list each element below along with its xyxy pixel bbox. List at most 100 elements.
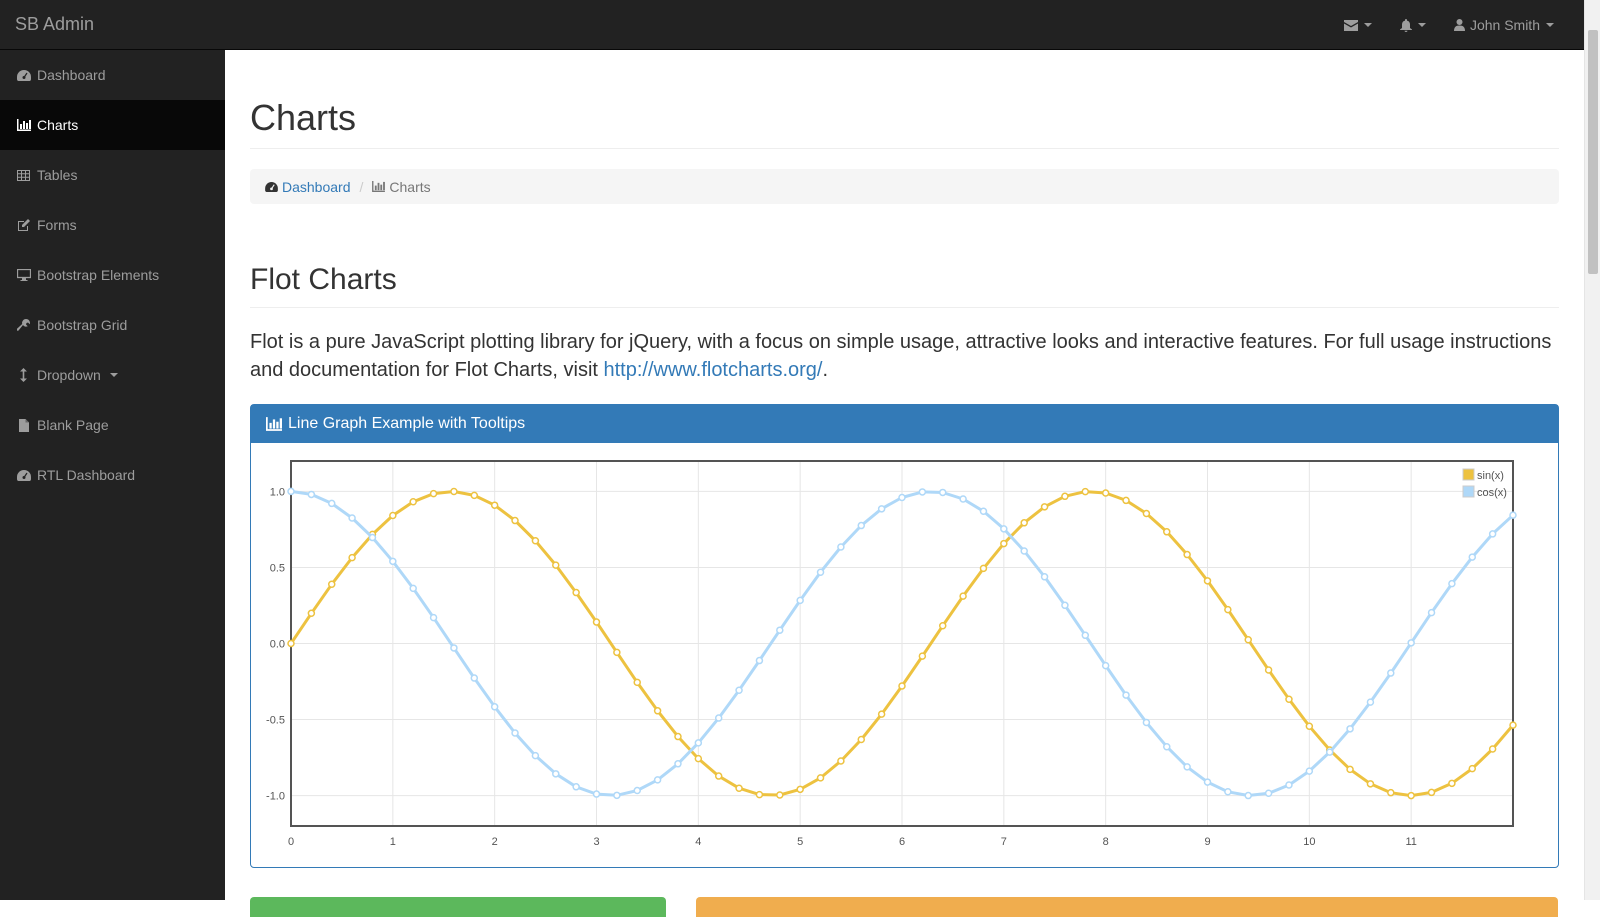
sidebar-item-tables[interactable]: Tables (0, 150, 225, 200)
bar-chart-icon (266, 417, 282, 431)
data-point-cos (633, 786, 641, 795)
bar-chart-icon (16, 118, 31, 132)
data-point-cos (1040, 573, 1049, 581)
x-tick-label: 8 (1103, 836, 1109, 848)
line-chart[interactable]: 0 1 2 3 4 5 6 7 8 9 10 11 1.0 0.5 0.0 -0.5 -1.0 sin(x) cos… (251, 443, 1558, 867)
desktop-icon (16, 268, 31, 282)
data-point-cos (837, 543, 845, 551)
sidebar-item-dropdown[interactable]: Dropdown (0, 350, 225, 400)
envelope-icon (1343, 19, 1358, 31)
data-point-cos (450, 644, 458, 652)
data-point-sin (1122, 496, 1130, 505)
x-tick-label: 10 (1303, 836, 1315, 848)
data-point-cos (572, 783, 580, 791)
data-point-sin (898, 682, 906, 690)
y-tick-label: 1.0 (270, 486, 285, 498)
data-point-cos (735, 686, 743, 694)
data-point-sin (552, 561, 560, 569)
scrollbar[interactable] (1584, 0, 1600, 900)
alerts-dropdown[interactable] (1386, 0, 1440, 50)
sidebar-item-label: Tables (37, 167, 78, 183)
sidebar-item-label: Dropdown (37, 367, 101, 383)
user-icon (1453, 19, 1465, 31)
sidebar-item-blank-page[interactable]: Blank Page (0, 400, 225, 450)
data-point-cos (287, 487, 295, 496)
data-point-sin (1244, 635, 1252, 644)
sidebar: Dashboard Charts Tables Forms Bootstrap … (0, 50, 225, 900)
legend-label: sin(x) (1477, 470, 1504, 482)
data-point-cos (327, 499, 336, 508)
table-icon (16, 168, 31, 182)
data-point-sin (938, 622, 947, 630)
data-point-sin (490, 501, 499, 509)
data-point-cos (1325, 748, 1334, 756)
data-point-sin (1020, 519, 1028, 527)
sidebar-item-forms[interactable]: Forms (0, 200, 225, 250)
data-point-sin (1346, 765, 1354, 774)
data-point-cos (511, 729, 519, 737)
data-point-cos (1081, 631, 1090, 640)
data-point-sin (409, 498, 417, 506)
data-point-sin (1142, 509, 1151, 518)
flotcharts-link[interactable]: http://www.flotcharts.org/ (604, 359, 823, 381)
data-point-sin (674, 732, 682, 741)
data-point-sin (1101, 489, 1110, 497)
breadcrumb-current-label: Charts (389, 178, 431, 195)
bell-icon (1399, 18, 1412, 32)
data-point-cos (1020, 547, 1028, 555)
section-title: Flot Charts (250, 262, 1559, 308)
sidebar-item-rtl-dashboard[interactable]: RTL Dashboard (0, 450, 225, 500)
sidebar-item-bootstrap-grid[interactable]: Bootstrap Grid (0, 300, 225, 350)
breadcrumb-dashboard-link[interactable]: Dashboard (265, 179, 351, 195)
y-tick-label: 0.5 (270, 562, 285, 574)
data-point-cos (1000, 525, 1008, 533)
lead-after: . (822, 359, 829, 381)
brand-logo[interactable]: SB Admin (15, 14, 94, 34)
file-icon (16, 418, 31, 432)
data-point-cos (776, 626, 784, 634)
data-point-sin (613, 648, 621, 657)
dashboard-icon (16, 468, 31, 482)
user-dropdown[interactable]: John Smith (1440, 0, 1568, 50)
data-point-sin (348, 553, 356, 562)
data-point-sin (653, 707, 662, 715)
dashboard-icon (265, 181, 278, 192)
lead-text: Flot is a pure JavaScript plotting libra… (250, 331, 1552, 381)
data-point-cos (1264, 789, 1273, 798)
breadcrumb-parent-label: Dashboard (282, 178, 351, 195)
data-point-cos (918, 488, 927, 496)
breadcrumb-separator: / (359, 178, 364, 195)
sidebar-item-label: Charts (37, 117, 79, 133)
data-point-cos (898, 493, 906, 502)
sidebar-item-dashboard[interactable]: Dashboard (0, 50, 225, 100)
data-point-sin (918, 652, 927, 660)
data-point-cos (1448, 579, 1456, 588)
data-point-cos (1407, 639, 1415, 647)
x-tick-label: 5 (797, 836, 803, 848)
data-point-sin (1468, 764, 1477, 773)
scrollbar-thumb[interactable] (1588, 30, 1598, 274)
data-point-sin (1183, 550, 1191, 559)
data-point-sin (1407, 791, 1415, 800)
data-point-sin (1448, 779, 1456, 788)
bar-chart-icon (372, 181, 386, 192)
data-point-cos (348, 514, 356, 522)
top-nav-right: John Smith (1330, 0, 1568, 50)
data-point-cos (816, 568, 825, 576)
messages-dropdown[interactable] (1330, 0, 1386, 50)
data-point-sin (979, 564, 988, 573)
sidebar-item-charts[interactable]: Charts (0, 100, 225, 150)
data-point-cos (1061, 601, 1069, 610)
chevron-down-icon (1363, 23, 1372, 27)
data-point-cos (979, 507, 988, 516)
data-point-sin (1488, 745, 1497, 753)
data-point-sin (776, 791, 784, 799)
x-tick-label: 11 (1405, 836, 1416, 848)
x-tick-label: 3 (593, 836, 599, 848)
data-point-sin (796, 785, 804, 794)
data-point-cos (1346, 725, 1354, 733)
y-tick-label: -0.5 (266, 715, 285, 727)
data-point-sin (837, 757, 845, 765)
sidebar-item-bootstrap-elements[interactable]: Bootstrap Elements (0, 250, 225, 300)
data-point-cos (694, 739, 703, 747)
